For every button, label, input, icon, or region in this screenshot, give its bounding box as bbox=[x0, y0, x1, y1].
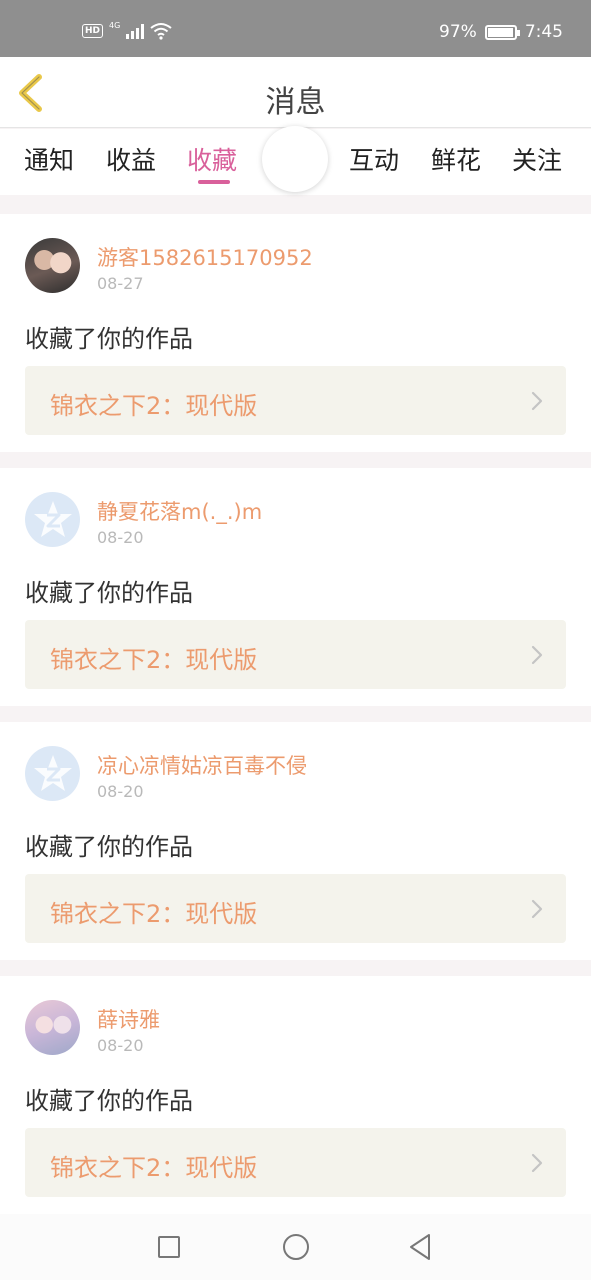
avatar[interactable] bbox=[25, 1000, 80, 1055]
work-link[interactable]: 锦衣之下2：现代版 bbox=[25, 620, 566, 689]
notification-text: 收藏了你的作品 bbox=[25, 833, 193, 861]
notification-card: 游客1582615170952 08-27 收藏了你的作品 锦衣之下2：现代版 bbox=[0, 214, 591, 452]
notification-text: 收藏了你的作品 bbox=[25, 579, 193, 607]
network-type: 4G bbox=[109, 20, 121, 30]
clock: 7:45 bbox=[524, 22, 563, 42]
active-tab-indicator bbox=[198, 180, 230, 184]
battery-icon bbox=[484, 24, 520, 40]
signal-icon bbox=[126, 23, 145, 39]
floating-button[interactable] bbox=[262, 126, 328, 192]
chevron-right-icon bbox=[531, 899, 543, 919]
notification-date: 08-27 bbox=[97, 274, 144, 293]
user-name[interactable]: 游客1582615170952 bbox=[97, 242, 313, 272]
avatar[interactable] bbox=[25, 492, 80, 547]
avatar[interactable] bbox=[25, 746, 80, 801]
page-title: 消息 bbox=[265, 85, 326, 120]
user-name[interactable]: 静夏花落m(._.)m bbox=[97, 496, 262, 526]
notification-date: 08-20 bbox=[97, 782, 144, 801]
tab-earnings[interactable]: 收益 bbox=[106, 141, 156, 177]
notification-card: 凉心凉情姑凉百毒不侵 08-20 收藏了你的作品 锦衣之下2：现代版 bbox=[0, 722, 591, 960]
notification-date: 08-20 bbox=[97, 1036, 144, 1055]
notification-date: 08-20 bbox=[97, 528, 144, 547]
chevron-right-icon bbox=[531, 391, 543, 411]
circle-icon[interactable] bbox=[283, 1234, 309, 1260]
status-bar: HD 4G 97% 7:45 bbox=[0, 0, 591, 57]
square-icon[interactable] bbox=[158, 1236, 180, 1258]
header: 消息 bbox=[0, 57, 591, 128]
work-title: 锦衣之下2：现代版 bbox=[50, 1154, 258, 1182]
work-title: 锦衣之下2：现代版 bbox=[50, 646, 258, 674]
triangle-back-icon[interactable] bbox=[407, 1232, 433, 1262]
notification-card: 薛诗雅 08-20 收藏了你的作品 锦衣之下2：现代版 bbox=[0, 976, 591, 1214]
work-link[interactable]: 锦衣之下2：现代版 bbox=[25, 366, 566, 435]
work-title: 锦衣之下2：现代版 bbox=[50, 900, 258, 928]
work-link[interactable]: 锦衣之下2：现代版 bbox=[25, 1128, 566, 1197]
status-left: HD 4G bbox=[82, 20, 172, 40]
tab-follows[interactable]: 关注 bbox=[512, 141, 562, 177]
notification-text: 收藏了你的作品 bbox=[25, 325, 193, 353]
notification-card: 静夏花落m(._.)m 08-20 收藏了你的作品 锦衣之下2：现代版 bbox=[0, 468, 591, 706]
hd-badge: HD bbox=[82, 24, 104, 38]
tab-flowers[interactable]: 鲜花 bbox=[431, 141, 481, 177]
user-name[interactable]: 凉心凉情姑凉百毒不侵 bbox=[97, 750, 307, 780]
wifi-icon bbox=[150, 23, 172, 40]
work-link[interactable]: 锦衣之下2：现代版 bbox=[25, 874, 566, 943]
chevron-right-icon bbox=[531, 645, 543, 665]
chevron-right-icon bbox=[531, 1153, 543, 1173]
default-avatar-icon bbox=[33, 500, 72, 537]
user-name[interactable]: 薛诗雅 bbox=[97, 1004, 160, 1034]
work-title: 锦衣之下2：现代版 bbox=[50, 392, 258, 420]
tab-favorites[interactable]: 收藏 bbox=[187, 141, 237, 177]
tab-notice[interactable]: 通知 bbox=[24, 141, 74, 177]
notification-text: 收藏了你的作品 bbox=[25, 1087, 193, 1115]
status-right: 97% 7:45 bbox=[439, 22, 563, 42]
battery-percent: 97% bbox=[439, 22, 477, 42]
default-avatar-icon bbox=[33, 754, 72, 791]
avatar[interactable] bbox=[25, 238, 80, 293]
system-nav-bar bbox=[0, 1214, 591, 1280]
tab-interactions[interactable]: 互动 bbox=[349, 141, 399, 177]
